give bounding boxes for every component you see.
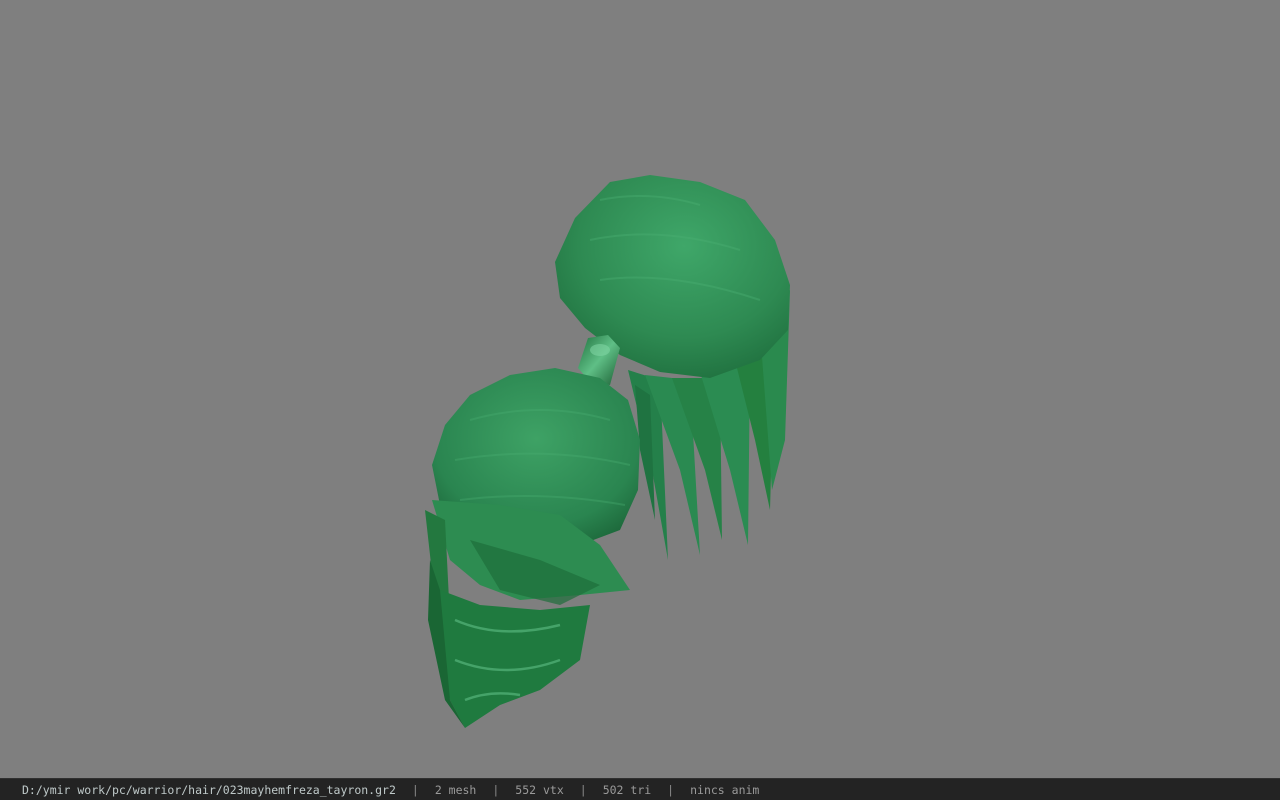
status-separator: | [579,782,587,797]
anim-status-label: nincs anim [690,782,760,797]
vertex-count-label: 552 vtx [515,782,564,797]
hair-model-render [425,175,790,728]
file-path-label: D:/ymir work/pc/warrior/hair/023mayhemfr… [22,782,396,797]
status-separator: | [492,782,500,797]
status-separator: | [411,782,419,797]
triangle-count-label: 502 tri [602,782,652,797]
face-guard [440,590,590,728]
3d-viewport[interactable] [0,0,1280,778]
mesh-count-label: 2 mesh [434,782,477,797]
status-bar: D:/ymir work/pc/warrior/hair/023mayhemfr… [0,778,1280,800]
status-separator: | [667,782,675,797]
